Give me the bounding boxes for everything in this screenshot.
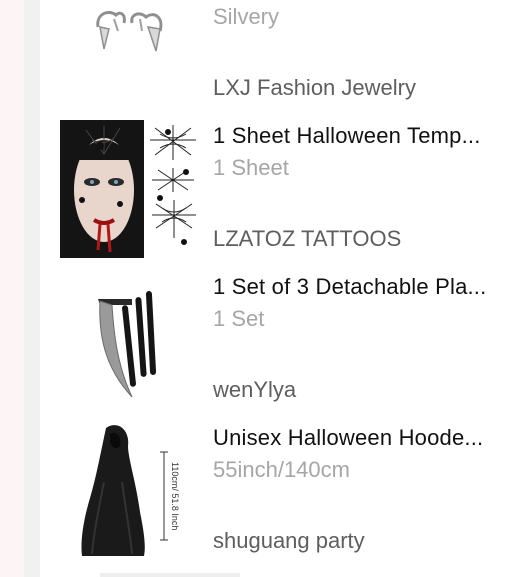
product-title[interactable]: Unisex Halloween Hoode... bbox=[213, 425, 512, 451]
product-title[interactable]: 1 Sheet Halloween Temp... bbox=[213, 123, 512, 149]
product-thumbnail[interactable]: 110cm/ 51.8 Inch bbox=[60, 422, 198, 560]
store-name[interactable]: LZATOZ TATTOOS bbox=[213, 226, 401, 252]
vampire-fangs-icon bbox=[60, 0, 198, 107]
store-name[interactable]: LXJ Fashion Jewelry bbox=[213, 75, 416, 101]
store-name[interactable]: shuguang party bbox=[213, 528, 365, 554]
product-thumbnail[interactable] bbox=[60, 271, 198, 409]
order-items-list: Silvery LXJ Fashion Jewelry 1 Sheet Hall… bbox=[40, 0, 512, 577]
list-item[interactable]: 1 Set of 3 Detachable Pla... 1 Set wenYl… bbox=[40, 271, 512, 409]
product-variant: Silvery bbox=[213, 4, 280, 29]
product-thumbnail[interactable] bbox=[60, 120, 198, 258]
hooded-cloak-icon: 110cm/ 51.8 Inch bbox=[60, 422, 198, 560]
product-variant: 1 Sheet bbox=[213, 155, 289, 180]
scythe-icon bbox=[60, 271, 198, 409]
store-name[interactable]: wenYlya bbox=[213, 377, 296, 403]
product-thumbnail[interactable] bbox=[60, 0, 198, 107]
product-variant: 55inch/140cm bbox=[213, 457, 350, 482]
list-item[interactable]: 1 Sheet Halloween Temp... 1 Sheet LZATOZ… bbox=[40, 120, 512, 258]
next-item-edge bbox=[100, 573, 240, 577]
size-caption: 110cm/ 51.8 Inch bbox=[170, 462, 180, 530]
left-panel-edge bbox=[0, 0, 24, 577]
product-variant: 1 Set bbox=[213, 306, 265, 331]
product-title[interactable]: 1 Set of 3 Detachable Pla... bbox=[213, 274, 512, 300]
panel-divider bbox=[24, 0, 40, 577]
spider-web-tattoo-icon bbox=[60, 120, 198, 258]
list-item[interactable]: Silvery LXJ Fashion Jewelry bbox=[40, 0, 512, 107]
list-item[interactable]: 110cm/ 51.8 Inch Unisex Halloween Hoode.… bbox=[40, 422, 512, 560]
